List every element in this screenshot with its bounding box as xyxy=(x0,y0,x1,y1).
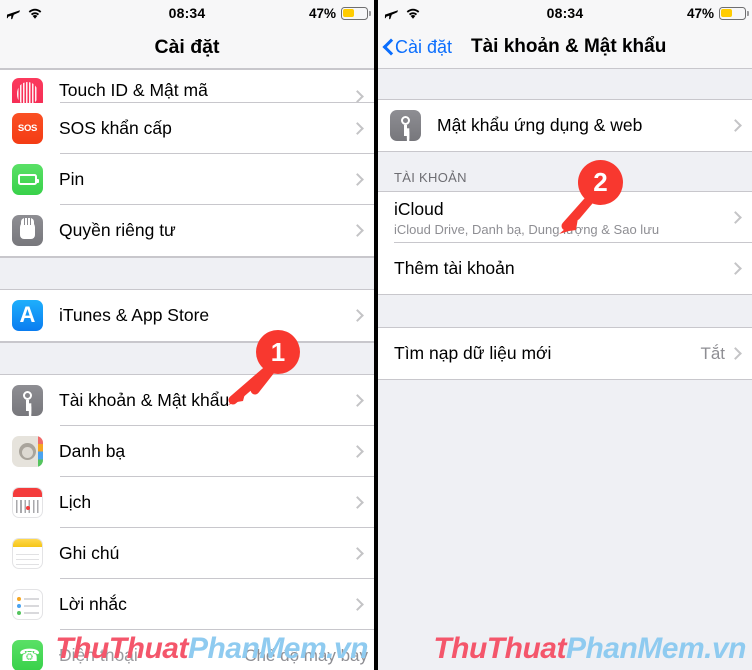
row-label: Touch ID & Mật mã xyxy=(59,80,208,100)
settings-group-accounts: iCloud iCloud Drive, Danh bạ, Dung lượng… xyxy=(378,191,752,295)
row-label: Tài khoản & Mật khẩu xyxy=(59,390,230,410)
row-value: Tắt xyxy=(700,343,725,363)
row-label: Lịch xyxy=(59,492,92,512)
watermark-red: ThuThuat xyxy=(433,632,566,665)
row-label: Quyền riêng tư xyxy=(59,220,176,240)
battery-fill xyxy=(343,8,355,18)
sidebar-item-privacy[interactable]: Quyền riêng tư xyxy=(0,205,374,256)
settings-list-left[interactable]: Touch ID & Mật mã SOS SOS khẩn cấp Pin Q… xyxy=(0,69,374,670)
page-title: Tài khoản & Mật khẩu xyxy=(471,36,667,57)
row-sublabel: iCloud Drive, Danh bạ, Dung lượng & Sao … xyxy=(394,221,660,237)
panel-divider xyxy=(374,0,378,670)
row-label: Pin xyxy=(59,169,85,189)
sidebar-item-itunes-app-store[interactable]: A iTunes & App Store xyxy=(0,290,374,341)
chevron-right-icon xyxy=(351,598,364,611)
screenshot-root: 08:34 47% Cài đặt Touch ID & Mật mã SOS … xyxy=(0,0,752,670)
chevron-right-icon xyxy=(729,211,742,224)
watermark-blue: PhanMem.vn xyxy=(187,632,369,665)
left-phone-panel: 08:34 47% Cài đặt Touch ID & Mật mã SOS … xyxy=(0,0,374,670)
page-title: Cài đặt xyxy=(154,35,220,58)
row-label: Mật khẩu ứng dụng & web xyxy=(437,115,643,135)
calendar-icon xyxy=(12,487,43,518)
back-button-label: Cài đặt xyxy=(395,36,453,57)
row-icloud-text: iCloud iCloud Drive, Danh bạ, Dung lượng… xyxy=(394,199,659,237)
sidebar-item-touch-id[interactable]: Touch ID & Mật mã xyxy=(0,70,374,109)
row-fetch-new-data[interactable]: Tìm nạp dữ liệu mới Tắt xyxy=(378,328,752,379)
chevron-left-icon xyxy=(383,38,394,57)
chevron-right-icon xyxy=(729,347,742,360)
chevron-right-icon xyxy=(729,119,742,132)
row-label: Lời nhắc xyxy=(59,594,127,614)
contacts-icon xyxy=(12,436,43,467)
reminders-icon xyxy=(12,589,43,620)
back-button[interactable]: Cài đặt xyxy=(378,37,452,58)
privacy-hand-icon xyxy=(12,215,43,246)
group-gap xyxy=(0,257,374,290)
right-phone-panel: 08:34 47% Cài đặt Tài khoản & Mật khẩu M… xyxy=(378,0,752,670)
row-icloud[interactable]: iCloud iCloud Drive, Danh bạ, Dung lượng… xyxy=(378,192,752,243)
sidebar-item-battery[interactable]: Pin xyxy=(0,154,374,205)
key-icon xyxy=(390,110,421,141)
chevron-right-icon xyxy=(351,309,364,322)
status-bar-left: 08:34 47% xyxy=(0,0,374,26)
settings-list-right[interactable]: Mật khẩu ứng dụng & web TÀI KHOẢN iCloud… xyxy=(378,69,752,670)
app-store-icon: A xyxy=(12,300,43,331)
sidebar-item-sos[interactable]: SOS SOS khẩn cấp xyxy=(0,103,374,154)
sidebar-item-contacts[interactable]: Danh bạ xyxy=(0,426,374,477)
row-label: Tìm nạp dữ liệu mới xyxy=(394,343,552,363)
phone-icon: ☎ xyxy=(12,640,43,670)
row-label: Thêm tài khoản xyxy=(394,258,515,278)
group-gap xyxy=(378,295,752,328)
nav-bar-right: Cài đặt Tài khoản & Mật khẩu xyxy=(378,26,752,69)
status-bar-right: 08:34 47% xyxy=(378,0,752,26)
status-bar-time: 08:34 xyxy=(546,5,584,21)
row-add-account[interactable]: Thêm tài khoản xyxy=(378,243,752,294)
battery-icon xyxy=(341,6,371,20)
sidebar-item-notes[interactable]: Ghi chú xyxy=(0,528,374,579)
sos-icon: SOS xyxy=(12,113,43,144)
row-label: Danh bạ xyxy=(59,441,126,461)
settings-group-store: A iTunes & App Store xyxy=(0,290,374,342)
chevron-right-icon xyxy=(351,547,364,560)
chevron-right-icon xyxy=(351,122,364,135)
row-label: iTunes & App Store xyxy=(59,305,210,325)
sidebar-item-accounts-passwords[interactable]: Tài khoản & Mật khẩu xyxy=(0,375,374,426)
status-bar-time: 08:34 xyxy=(168,5,206,21)
nav-bar-left: Cài đặt xyxy=(0,26,374,69)
row-label: Ghi chú xyxy=(59,543,120,563)
chevron-right-icon xyxy=(351,173,364,186)
battery-fill xyxy=(721,8,733,18)
sidebar-item-calendar[interactable]: Lịch xyxy=(0,477,374,528)
group-gap xyxy=(0,342,374,375)
watermark-blue: PhanMem.vn xyxy=(565,632,747,665)
chevron-right-icon xyxy=(351,394,364,407)
settings-group-fetch: Tìm nạp dữ liệu mới Tắt xyxy=(378,328,752,380)
chevron-right-icon xyxy=(351,224,364,237)
settings-group-passwords: Mật khẩu ứng dụng & web xyxy=(378,100,752,152)
settings-group-security: Touch ID & Mật mã SOS SOS khẩn cấp Pin Q… xyxy=(0,69,374,257)
watermark-red: ThuThuat xyxy=(55,632,188,665)
watermark: ThuThuatPhanMem.vn xyxy=(433,632,746,666)
section-header-accounts: TÀI KHOẢN xyxy=(378,152,752,191)
key-icon xyxy=(12,385,43,416)
chevron-right-icon xyxy=(729,262,742,275)
watermark: ThuThuatPhanMem.vn xyxy=(55,632,368,666)
row-app-website-passwords[interactable]: Mật khẩu ứng dụng & web xyxy=(378,100,752,151)
battery-icon xyxy=(719,6,749,20)
notes-icon xyxy=(12,538,43,569)
chevron-right-icon xyxy=(351,496,364,509)
settings-group-accounts: Tài khoản & Mật khẩu Danh bạ Lịch Ghi ch… xyxy=(0,375,374,670)
chevron-right-icon xyxy=(351,90,364,103)
sidebar-item-reminders[interactable]: Lời nhắc xyxy=(0,579,374,630)
battery-icon xyxy=(12,164,43,195)
group-gap xyxy=(378,69,752,100)
row-label: iCloud xyxy=(394,198,444,219)
row-label: SOS khẩn cấp xyxy=(59,118,172,138)
chevron-right-icon xyxy=(351,445,364,458)
